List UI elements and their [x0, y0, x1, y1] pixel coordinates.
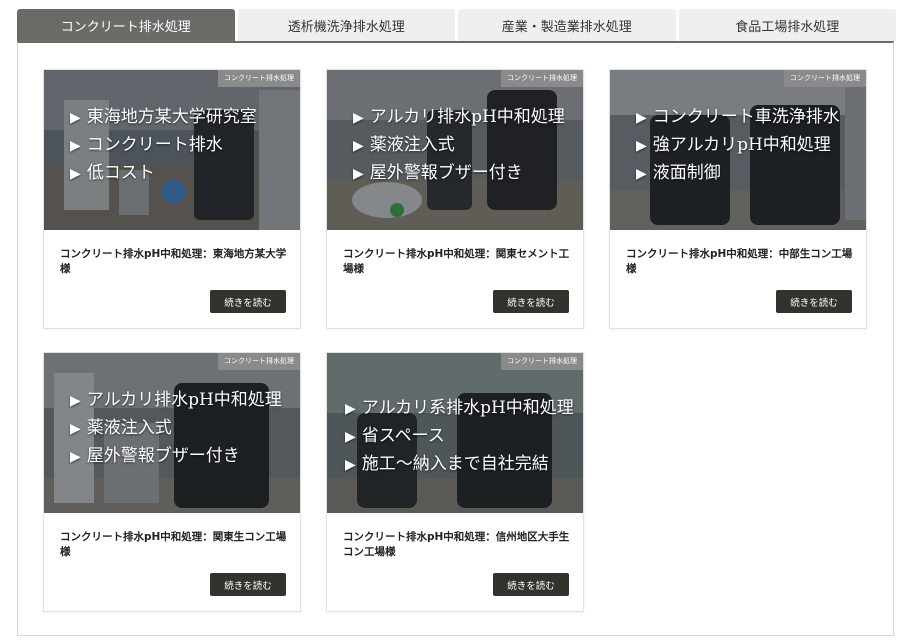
case-card: コンクリート排水処理 ▶ アルカリ排水pH中和処理 ▶ 薬液注入式 ▶ 屋外警報ブザー… — [43, 352, 301, 612]
caption-line: ▶ アルカリ系排水pH中和処理 — [345, 398, 574, 418]
play-triangle-icon: ▶ — [345, 457, 356, 473]
caption-line: ▶ 省スペース — [345, 426, 445, 446]
play-triangle-icon: ▶ — [353, 166, 364, 182]
card-thumbnail[interactable]: コンクリート排水処理 ▶ アルカリ排水pH中和処理 ▶ 薬液注入式 ▶ 屋外警報ブザー… — [44, 353, 300, 513]
read-more-button[interactable]: 続きを読む — [493, 573, 569, 596]
caption-line: ▶ 低コスト — [70, 163, 155, 183]
case-card: コンクリート排水処理 ▶ アルカリ排水pH中和処理 ▶ 薬液注入式 ▶ 屋外警報ブザー… — [326, 69, 584, 329]
card-title[interactable]: コンクリート排水pH中和処理：中部生コン工場様 — [626, 247, 854, 277]
play-triangle-icon: ▶ — [70, 110, 81, 126]
caption-line: ▶ コンクリート車洗浄排水 — [636, 107, 840, 127]
tab-concrete[interactable]: コンクリート排水処理 — [17, 9, 235, 41]
card-title[interactable]: コンクリート排水pH中和処理：信州地区大手生コン工場様 — [343, 530, 571, 560]
caption-line: ▶ 屋外警報ブザー付き — [70, 446, 240, 466]
card-title[interactable]: コンクリート排水pH中和処理：東海地方某大学様 — [60, 247, 288, 277]
play-triangle-icon: ▶ — [345, 401, 356, 417]
card-thumbnail[interactable]: コンクリート排水処理 ▶ アルカリ系排水pH中和処理 ▶ 省スペース ▶ 施工～納入ま… — [327, 353, 583, 513]
play-triangle-icon: ▶ — [636, 166, 647, 182]
card-thumbnail[interactable]: コンクリート排水処理 ▶ アルカリ排水pH中和処理 ▶ 薬液注入式 ▶ 屋外警報ブザー… — [327, 70, 583, 230]
caption-line: ▶ アルカリ排水pH中和処理 — [353, 107, 565, 127]
category-badge: コンクリート排水処理 — [784, 70, 866, 87]
play-triangle-icon: ▶ — [353, 110, 364, 126]
category-badge: コンクリート排水処理 — [218, 70, 300, 87]
tab-food-factory[interactable]: 食品工場排水処理 — [678, 9, 896, 41]
read-more-button[interactable]: 続きを読む — [210, 290, 286, 313]
play-triangle-icon: ▶ — [70, 166, 81, 182]
play-triangle-icon: ▶ — [636, 110, 647, 126]
card-thumbnail[interactable]: コンクリート排水処理 ▶ コンクリート車洗浄排水 ▶ 強アルカリpH中和処理 ▶ 液面… — [610, 70, 866, 230]
case-card: コンクリート排水処理 ▶ アルカリ系排水pH中和処理 ▶ 省スペース ▶ 施工～納入ま… — [326, 352, 584, 612]
play-triangle-icon: ▶ — [636, 138, 647, 154]
category-badge: コンクリート排水処理 — [218, 353, 300, 370]
play-triangle-icon: ▶ — [345, 429, 356, 445]
caption-line: ▶ 強アルカリpH中和処理 — [636, 135, 831, 155]
tab-dialysis[interactable]: 透析機洗浄排水処理 — [237, 9, 455, 41]
image-caption: ▶ アルカリ系排水pH中和処理 ▶ 省スペース ▶ 施工～納入まで自社完結 — [345, 395, 574, 479]
card-title[interactable]: コンクリート排水pH中和処理：関東生コン工場様 — [60, 530, 288, 560]
image-caption: ▶ 東海地方某大学研究室 ▶ コンクリート排水 ▶ 低コスト — [70, 104, 257, 188]
read-more-button[interactable]: 続きを読む — [493, 290, 569, 313]
tab-panel: コンクリート排水処理 ▶ 東海地方某大学研究室 ▶ コンクリート排水 ▶ 低コスト コ… — [17, 41, 894, 636]
read-more-button[interactable]: 続きを読む — [776, 290, 852, 313]
case-card: コンクリート排水処理 ▶ 東海地方某大学研究室 ▶ コンクリート排水 ▶ 低コスト コ… — [43, 69, 301, 329]
tab-industrial[interactable]: 産業・製造業排水処理 — [458, 9, 676, 41]
caption-line: ▶ 薬液注入式 — [70, 418, 172, 438]
caption-line: ▶ 東海地方某大学研究室 — [70, 107, 257, 127]
play-triangle-icon: ▶ — [70, 421, 81, 437]
play-triangle-icon: ▶ — [70, 393, 81, 409]
play-triangle-icon: ▶ — [353, 138, 364, 154]
caption-line: ▶ 屋外警報ブザー付き — [353, 163, 523, 183]
case-card: コンクリート排水処理 ▶ コンクリート車洗浄排水 ▶ 強アルカリpH中和処理 ▶ 液面… — [609, 69, 867, 329]
caption-line: ▶ アルカリ排水pH中和処理 — [70, 390, 282, 410]
card-thumbnail[interactable]: コンクリート排水処理 ▶ 東海地方某大学研究室 ▶ コンクリート排水 ▶ 低コスト — [44, 70, 300, 230]
category-badge: コンクリート排水処理 — [501, 353, 583, 370]
image-caption: ▶ アルカリ排水pH中和処理 ▶ 薬液注入式 ▶ 屋外警報ブザー付き — [70, 387, 282, 471]
caption-line: ▶ 施工～納入まで自社完結 — [345, 454, 549, 474]
play-triangle-icon: ▶ — [70, 138, 81, 154]
read-more-button[interactable]: 続きを読む — [210, 573, 286, 596]
play-triangle-icon: ▶ — [70, 449, 81, 465]
caption-line: ▶ コンクリート排水 — [70, 135, 223, 155]
caption-line: ▶ 薬液注入式 — [353, 135, 455, 155]
card-title[interactable]: コンクリート排水pH中和処理：関東セメント工場様 — [343, 247, 571, 277]
category-badge: コンクリート排水処理 — [501, 70, 583, 87]
image-caption: ▶ コンクリート車洗浄排水 ▶ 強アルカリpH中和処理 ▶ 液面制御 — [636, 104, 840, 188]
caption-line: ▶ 液面制御 — [636, 163, 721, 183]
tab-bar: コンクリート排水処理 透析機洗浄排水処理 産業・製造業排水処理 食品工場排水処理 — [17, 9, 896, 41]
image-caption: ▶ アルカリ排水pH中和処理 ▶ 薬液注入式 ▶ 屋外警報ブザー付き — [353, 104, 565, 188]
